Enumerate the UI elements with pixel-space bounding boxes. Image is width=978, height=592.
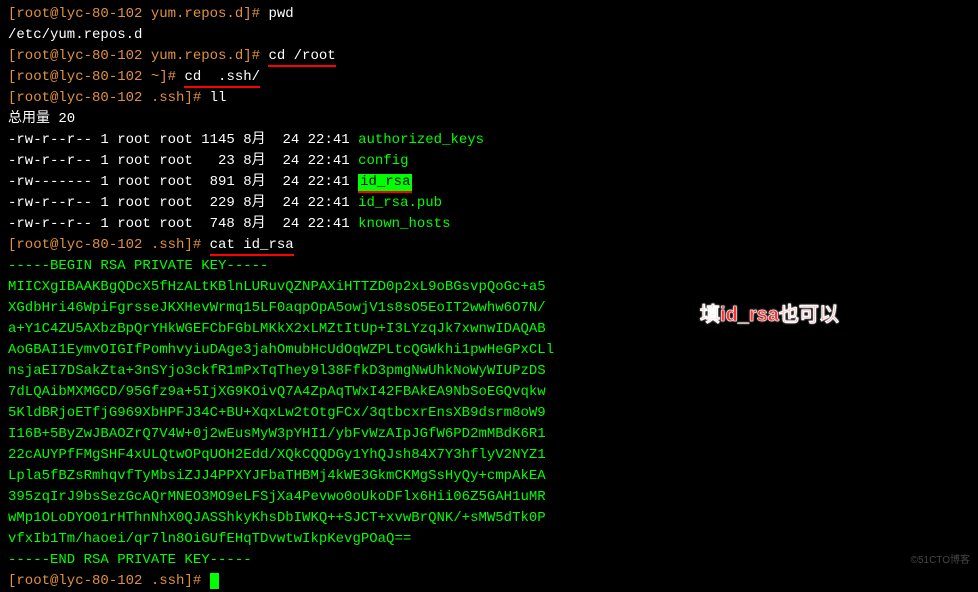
prompt-user: [root@lyc-80-102 .ssh]# [8,573,210,589]
key-line: nsjaEI7DSakZta+3nSYjo3ckfR1mPxTqThey9l38… [8,361,970,382]
total-line: 总用量 20 [8,109,970,130]
file-row: -rw-r--r-- 1 root root 23 8月 24 22:41 co… [8,151,970,172]
prompt-user: [root@lyc-80-102 ~]# [8,69,184,85]
prompt-user: [root@lyc-80-102 yum.repos.d]# [8,6,268,22]
key-line: AoGBAI1EymvOIGIfPomhvyiuDAge3jahOmubHcUd… [8,340,970,361]
file-row: -rw-r--r-- 1 root root 748 8月 24 22:41 k… [8,214,970,235]
file-row: -rw-r--r-- 1 root root 229 8月 24 22:41 i… [8,193,970,214]
key-line: 5KldBRjoETfjG969XbHPFJ34C+BU+XqxLw2tOtgF… [8,403,970,424]
file-perms: -rw------- 1 root root 891 8月 24 22:41 [8,174,358,190]
command-text: cat id_rsa [210,237,294,256]
key-line: 7dLQAibMXMGCD/95Gfz9a+5IjXG9KOivQ7A4ZpAq… [8,382,970,403]
prompt-line: [root@lyc-80-102 .ssh]# cat id_rsa [8,235,970,256]
file-perms: -rw-r--r-- 1 root root 229 8月 24 22:41 [8,195,358,211]
key-line: Lpla5fBZsRmhqvfTyMbsiZJJ4PPXYJFbaTHBMj4k… [8,466,970,487]
prompt-user: [root@lyc-80-102 .ssh]# [8,90,210,106]
command-text: ll [210,90,227,106]
prompt-line: [root@lyc-80-102 yum.repos.d]# pwd [8,4,970,25]
key-begin: -----BEGIN RSA PRIVATE KEY----- [8,256,970,277]
key-line: I16B+5ByZwJBAOZrQ7V4W+0j2wEusMyW3pYHI1/y… [8,424,970,445]
key-line: 22cAUYPfFMgSHF4xULQtwOPqUOH2Edd/XQkCQQDG… [8,445,970,466]
key-line: vfxIb1Tm/haoei/qr7ln8OiGUfEHqTDvwtwIkpKe… [8,529,970,550]
key-end: -----END RSA PRIVATE KEY----- [8,550,970,571]
pwd-output: /etc/yum.repos.d [8,25,970,46]
prompt-user: [root@lyc-80-102 yum.repos.d]# [8,48,268,64]
prompt-line[interactable]: [root@lyc-80-102 .ssh]# [8,571,970,592]
file-name: id_rsa [358,174,412,193]
file-row: -rw------- 1 root root 891 8月 24 22:41 i… [8,172,970,193]
file-name: authorized_keys [358,132,484,148]
command-text: pwd [268,6,293,22]
watermark-text: ©51CTO博客 [911,553,970,568]
file-perms: -rw-r--r-- 1 root root 748 8月 24 22:41 [8,216,358,232]
prompt-user: [root@lyc-80-102 .ssh]# [8,237,210,253]
prompt-line: [root@lyc-80-102 .ssh]# ll [8,88,970,109]
command-text: cd /root [268,48,335,67]
terminal-output: [root@lyc-80-102 yum.repos.d]# pwd /etc/… [8,4,970,592]
file-name: id_rsa.pub [358,195,442,211]
prompt-line: [root@lyc-80-102 ~]# cd .ssh/ [8,67,970,88]
file-name: known_hosts [358,216,450,232]
command-text: cd .ssh/ [184,69,260,88]
file-row: -rw-r--r-- 1 root root 1145 8月 24 22:41 … [8,130,970,151]
terminal-cursor [210,573,219,589]
file-perms: -rw-r--r-- 1 root root 1145 8月 24 22:41 [8,132,358,148]
annotation-text: 填id_rsa也可以 [700,300,839,330]
key-line: MIICXgIBAAKBgQDcX5fHzALtKBlnLURuvQZNPAXi… [8,277,970,298]
file-name: config [358,153,408,169]
file-listing: -rw-r--r-- 1 root root 1145 8月 24 22:41 … [8,130,970,235]
key-line: 395zqIrJ9bsSezGcAQrMNEO3MO9eLFSjXa4Pevwo… [8,487,970,508]
prompt-line: [root@lyc-80-102 yum.repos.d]# cd /root [8,46,970,67]
file-perms: -rw-r--r-- 1 root root 23 8月 24 22:41 [8,153,358,169]
key-line: wMp1OLoDYO01rHThnNhX0QJASShkyKhsDbIWKQ++… [8,508,970,529]
